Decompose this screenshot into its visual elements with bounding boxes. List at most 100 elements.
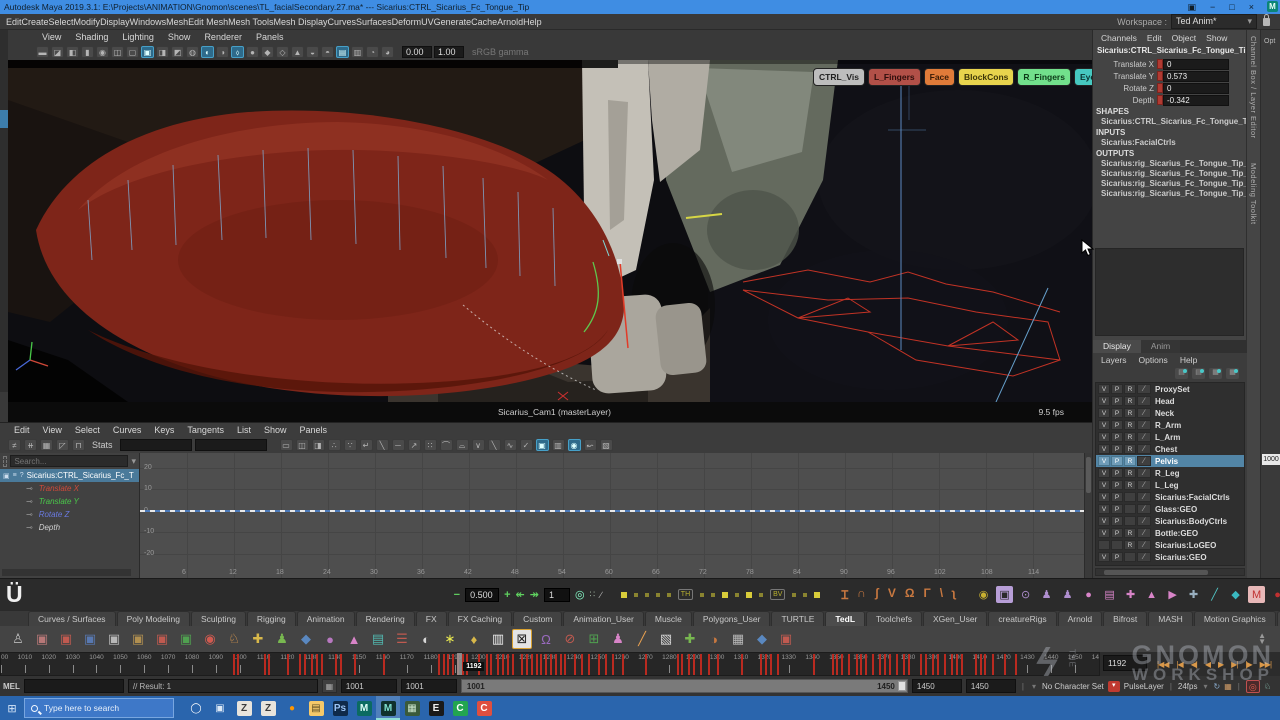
shelf-tab-animation[interactable]: Animation [297, 611, 355, 626]
layer-visible-toggle[interactable]: V [1098, 420, 1110, 430]
keyframe-tick[interactable] [848, 654, 850, 675]
layer-reference-toggle[interactable]: R [1124, 540, 1136, 550]
menu-edit-mesh[interactable]: Edit Mesh [188, 17, 228, 27]
panel-menu-shading[interactable]: Shading [75, 32, 108, 42]
chevron-down-icon[interactable]: ▾ [1201, 682, 1209, 691]
shelf-tool-icon[interactable]: ✚ [680, 629, 700, 649]
anim-tool-icon[interactable]: ✚ [1185, 586, 1202, 603]
maya-icon[interactable]: M [376, 696, 400, 720]
playback-button[interactable]: ▶▶| [1257, 658, 1274, 671]
shelf-tool-icon[interactable]: ▣ [176, 629, 196, 649]
menu-select[interactable]: Select [49, 17, 74, 27]
layer-visible-toggle[interactable] [1098, 540, 1110, 550]
graph-tangent-icon[interactable]: ╲ [376, 439, 389, 451]
viewport-toolbar-icon[interactable]: ● [246, 46, 259, 58]
section-item[interactable]: Sicarius:rig_Sicarius_Fc_Tongue_Tip_Tr..… [1093, 159, 1246, 169]
graph-tangent-icon[interactable]: ∴ [328, 439, 341, 451]
anim-tool-icon[interactable]: ▣ [996, 586, 1013, 603]
keyframe-tick[interactable] [961, 654, 963, 675]
tangent-shape-icon[interactable]: ʅ [952, 586, 956, 603]
shelf-tool-icon[interactable]: ∗ [440, 629, 460, 649]
gamma-field[interactable]: 1.00 [434, 46, 464, 58]
keyframe-tick[interactable] [932, 654, 934, 675]
section-item[interactable]: Sicarius:rig_Sicarius_Fc_Tongue_Tip_Tr..… [1093, 169, 1246, 179]
shelf-tool-icon[interactable]: ▦ [728, 629, 748, 649]
layer-playback-toggle[interactable]: P [1111, 492, 1123, 502]
keyframe-tick[interactable] [903, 654, 905, 675]
keyframe-tick[interactable] [700, 654, 702, 675]
camtasia-green-icon[interactable]: C [448, 696, 472, 720]
keyframe-tick[interactable] [975, 654, 977, 675]
keyframe-tick[interactable] [321, 654, 323, 675]
layer-reference-toggle[interactable] [1124, 552, 1136, 562]
layer-playback-toggle[interactable]: P [1111, 444, 1123, 454]
new-layer-selected-icon[interactable]: ▤ [1192, 368, 1205, 379]
shelf-tool-icon[interactable]: ● [320, 629, 340, 649]
attribute-value-field[interactable]: 0 [1163, 59, 1229, 70]
shelf-tab-rigging[interactable]: Rigging [247, 611, 296, 626]
graph-toolbar-icon[interactable]: ⊓ [72, 439, 85, 451]
playback-button[interactable]: ▶| [1228, 658, 1240, 671]
anim-prefs-icon[interactable]: ♘ [1264, 682, 1271, 691]
shelf-tool-icon[interactable]: ▧ [656, 629, 676, 649]
viewport-toolbar-icon[interactable]: ◒ [306, 46, 319, 58]
filter-checkbox[interactable] [3, 456, 7, 467]
layer-playback-toggle[interactable]: P [1111, 552, 1123, 562]
keyframe-tick[interactable] [944, 654, 946, 675]
graph-tangent-icon[interactable]: ∷ [424, 439, 437, 451]
window-titlebar[interactable]: Autodesk Maya 2019.3.1: E:\Projects\ANIM… [0, 0, 1280, 14]
timeline-playhead[interactable] [457, 653, 462, 676]
keyframe-tick[interactable] [908, 654, 910, 675]
keyframe-tick[interactable] [560, 654, 562, 675]
shelf-tool-icon[interactable]: ▣ [128, 629, 148, 649]
display-button-r_fingers[interactable]: R_Fingers [1017, 68, 1071, 86]
graph-channel-rotate-z[interactable]: ⊸Rotate Z [0, 508, 139, 521]
layer-color-swatch[interactable]: ∕ [1137, 552, 1151, 562]
layer-playback-toggle[interactable]: P [1111, 504, 1123, 514]
menu-deform[interactable]: Deform [392, 17, 422, 27]
keyframe-tick[interactable] [1004, 654, 1006, 675]
viewport-toolbar-icon[interactable]: ⬨ [231, 46, 244, 58]
layer-reference-toggle[interactable]: R [1124, 432, 1136, 442]
keyframe-tick[interactable] [304, 654, 306, 675]
graph-tangent-icon[interactable]: ─ [392, 439, 405, 451]
close-icon[interactable]: × [1249, 2, 1254, 13]
playback-button[interactable]: |▶ [1242, 658, 1254, 671]
layer-row[interactable]: VPR∕R_Leg [1096, 467, 1244, 479]
layer-color-swatch[interactable]: ∕ [1137, 432, 1151, 442]
timeline-ruler[interactable]: 1000101010201030104010501060107010801090… [0, 652, 1100, 676]
menu-help[interactable]: Help [523, 17, 542, 27]
viewport-toolbar-icon[interactable]: ◐ [201, 46, 214, 58]
shelf-tool-icon[interactable]: ◐ [416, 629, 436, 649]
keyframe-tick[interactable] [688, 654, 690, 675]
layer-row[interactable]: VPR∕Chest [1096, 443, 1244, 455]
keyframe-tick[interactable] [581, 654, 583, 675]
layer-color-swatch[interactable]: ∕ [1137, 540, 1151, 550]
keyframe-tick[interactable] [765, 654, 767, 675]
channel-box-menu-edit[interactable]: Edit [1147, 33, 1162, 43]
layer-color-swatch[interactable]: ∕ [1137, 504, 1151, 514]
layer-playback-toggle[interactable] [1111, 540, 1123, 550]
keyframe-tick[interactable] [717, 654, 719, 675]
shelf-tab-muscle[interactable]: Muscle [645, 611, 692, 626]
viewport-toolbar-icon[interactable]: ◍ [186, 46, 199, 58]
keyframe-tick[interactable] [984, 654, 986, 675]
graph-toolbar-icon[interactable]: ◸ [56, 439, 69, 451]
layer-visible-toggle[interactable]: V [1098, 516, 1110, 526]
keyframe-tick[interactable] [335, 654, 337, 675]
keyframe-tick[interactable] [937, 654, 939, 675]
tangent-shape-icon[interactable]: \ [940, 586, 943, 603]
viewport-toolbar-icon[interactable]: ◓ [321, 46, 334, 58]
keyframe-tick[interactable] [813, 654, 815, 675]
layer-row[interactable]: R∕Sicarius:LoGEO [1096, 539, 1244, 551]
playback-button[interactable]: |◀ [1173, 658, 1185, 671]
chevron-down-icon[interactable]: ▾ [131, 456, 136, 467]
range-slider-handle[interactable] [898, 681, 906, 691]
playback-button[interactable]: ◀| [1188, 658, 1200, 671]
channel-box-menu-channels[interactable]: Channels [1101, 33, 1137, 43]
shelf-tab-animation-user[interactable]: Animation_User [563, 611, 643, 626]
slope-icon[interactable]: ∕ [600, 590, 602, 600]
graph-tangent-icon[interactable]: ∿ [504, 439, 517, 451]
tab-modeling-toolkit[interactable]: Modeling Toolkit [1249, 163, 1258, 225]
range-start-field[interactable]: 1001 [341, 679, 397, 693]
